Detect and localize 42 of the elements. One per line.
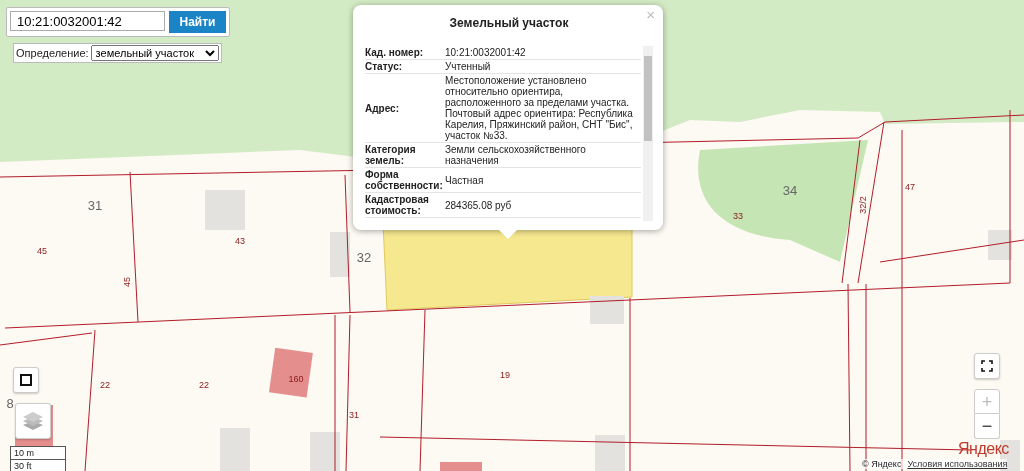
plot-number: 34 [782, 183, 798, 198]
field-label: Статус: [365, 61, 404, 72]
zoom-out-button[interactable]: − [974, 414, 1000, 439]
plot-number: 31 [349, 410, 359, 420]
definition-label: Определение: [16, 47, 89, 59]
scale-imperial: 30 ft [13, 460, 33, 471]
plot-number: 45 [122, 277, 132, 287]
plot-number: 22 [100, 380, 110, 390]
field-label: Форма собственности: [365, 169, 444, 191]
scrollbar[interactable] [643, 46, 653, 221]
field-value: 10:21:0032001:42 [445, 47, 527, 58]
field-value: Учтенный [445, 61, 492, 72]
fullscreen-button[interactable] [974, 353, 1000, 379]
plot-number: 32 [356, 250, 372, 265]
cadastral-number-field[interactable]: 10:21:0032001:42 [10, 11, 165, 31]
plot-number: 45 [37, 246, 47, 256]
plot-number: 32/2 [858, 196, 868, 214]
plot-number: 33 [733, 211, 743, 221]
map-logo: Яндекс [958, 440, 1009, 458]
find-button[interactable]: Найти [169, 11, 226, 33]
plot-number: 47 [905, 182, 915, 192]
plot-number: 31 [87, 198, 103, 213]
fullscreen-icon [981, 360, 993, 372]
field-value: Частная [445, 174, 485, 186]
field-label: Адрес: [365, 102, 400, 114]
field-label: Категория земель: [365, 144, 417, 166]
field-value: 284365.08 руб [445, 199, 513, 211]
plot-number: 8 [6, 396, 14, 411]
plot-number: 22 [199, 380, 209, 390]
field-value: Местоположение установлено относительно ориентира, расположенного за пределами участка. Почтовый адрес ориентира: Республика Карелия, Пряжинский район, СНТ "Бис", участок №33. [445, 75, 634, 141]
terms-link[interactable]: Условия использования [907, 459, 1008, 469]
plot-number: 160 [288, 374, 304, 384]
field-label: Кад. номер: [365, 47, 425, 58]
definition-dropdown[interactable]: земельный участок [90, 45, 219, 61]
plot-number: 43 [235, 236, 245, 246]
field-value: Земли сельскохозяйственного назначения [445, 144, 587, 166]
scale-metric: 10 m [11, 447, 65, 460]
popup-title: Земельный участок [448, 16, 570, 30]
copyright-text: © Яндекс [862, 459, 902, 469]
layers-icon [22, 411, 44, 431]
plot-number: 19 [500, 370, 510, 380]
field-label: Кадастровая стоимость: [365, 194, 430, 216]
